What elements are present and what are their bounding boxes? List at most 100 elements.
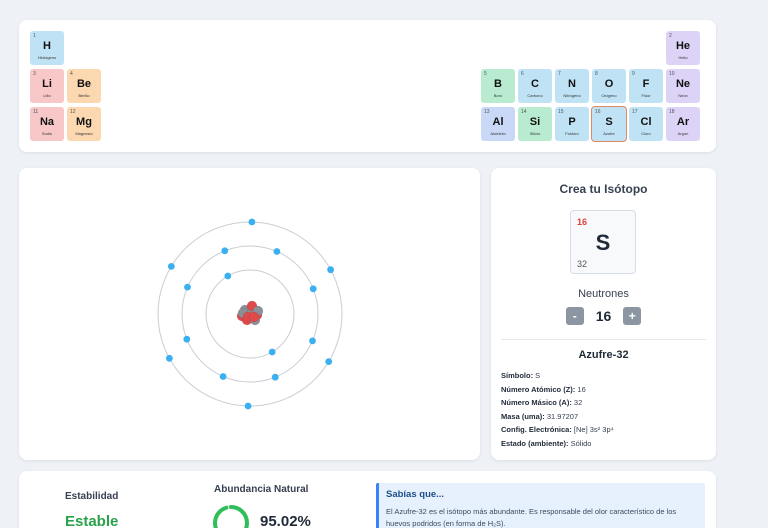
property-value: Sólido: [568, 438, 592, 448]
element-symbol: Li: [42, 78, 52, 90]
element-symbol: He: [675, 40, 691, 52]
element-symbol: C: [531, 78, 539, 90]
periodic-table-panel: 1 H Hidrógeno 2 He Helio 3 Li Litio 4 Be Berilio 5 B B…: [19, 20, 716, 152]
element-tile-mg[interactable]: 12 Mg Magnesio: [67, 107, 101, 141]
element-number: 9: [632, 71, 635, 77]
element-tile-na[interactable]: 11 Na Sodio: [30, 107, 64, 141]
element-symbol: P: [568, 116, 576, 128]
divider: [501, 339, 706, 340]
element-symbol: Mg: [76, 116, 92, 128]
decrease-neutrons-button[interactable]: -: [565, 307, 584, 325]
element-symbol: Na: [39, 116, 55, 128]
element-tile-h[interactable]: 1 H Hidrógeno: [30, 31, 64, 65]
element-symbol: F: [642, 78, 650, 90]
neutron-count: 16: [595, 308, 612, 324]
abundance-title: Abundancia Natural: [214, 484, 309, 495]
element-symbol: Ar: [676, 116, 690, 128]
element-tile-ne[interactable]: 10 Ne Neón: [666, 69, 700, 103]
mass-number: 32: [577, 259, 588, 269]
electron: [184, 283, 191, 291]
element-symbol: Ne: [675, 78, 691, 90]
element-number: 14: [521, 109, 527, 115]
element-number: 6: [521, 71, 524, 77]
element-tile-c[interactable]: 6 C Carbono: [518, 69, 552, 103]
did-you-know-box: Sabías que... El Azufre-32 es el isótopo…: [376, 483, 705, 528]
element-name: Sodio: [41, 131, 53, 136]
electron: [325, 358, 333, 365]
element-symbol: N: [568, 78, 576, 90]
electron: [167, 263, 175, 270]
element-tile-b[interactable]: 5 B Boro: [481, 69, 515, 103]
element-tile-li[interactable]: 3 Li Litio: [30, 69, 64, 103]
stability-value: Estable: [65, 513, 119, 528]
element-name: Fósforo: [565, 131, 579, 136]
isotope-builder-panel: Crea tu Isótopo 16 S 32 Neutrones - 16 +…: [491, 168, 716, 460]
property-row: Símbolo: S: [501, 369, 614, 383]
element-symbol: H: [43, 40, 51, 52]
property-label: Símbolo:: [501, 371, 534, 380]
element-tile-si[interactable]: 14 Si Silicio: [518, 107, 552, 141]
increase-neutrons-button[interactable]: +: [623, 307, 642, 325]
neutrons-label: Neutrones: [578, 288, 629, 300]
abundance-ring: [213, 505, 249, 528]
electron: [221, 247, 229, 255]
element-number: 15: [558, 109, 564, 115]
electron: [166, 354, 173, 362]
electron: [183, 335, 191, 343]
element-name: Cloro: [641, 131, 651, 136]
element-name: Litio: [43, 93, 51, 98]
element-tile-s[interactable]: 16 S Azufre: [591, 106, 627, 142]
element-name: Hidrógeno: [37, 55, 57, 60]
element-number: 1: [33, 33, 36, 39]
element-number: 3: [33, 71, 36, 77]
element-tile-n[interactable]: 7 N Nitrógeno: [555, 69, 589, 103]
isotope-builder-title: Crea tu Isótopo: [559, 182, 648, 196]
element-tile-f[interactable]: 9 F Flúor: [629, 69, 663, 103]
element-number: 4: [70, 71, 73, 77]
element-number: 17: [632, 109, 638, 115]
element-symbol: S: [605, 116, 613, 128]
property-value: 16: [575, 384, 586, 394]
electron: [273, 248, 281, 255]
element-tile-ar[interactable]: 18 Ar Argón: [666, 107, 700, 141]
element-number: 11: [33, 109, 39, 115]
element-tile-he[interactable]: 2 He Helio: [666, 31, 700, 65]
electron: [309, 285, 317, 293]
element-symbol: Be: [76, 78, 92, 90]
element-tile-al[interactable]: 13 Al Aluminio: [481, 107, 515, 141]
electron: [271, 373, 279, 381]
element-symbol: Al: [492, 116, 504, 128]
property-row: Número Atómico (Z): 16: [501, 383, 614, 397]
electron: [244, 402, 252, 410]
element-name: Helio: [678, 55, 688, 60]
element-name: Boro: [493, 93, 503, 98]
element-name: Nitrógeno: [563, 93, 581, 98]
element-name: Azufre: [603, 131, 615, 136]
electron: [309, 337, 316, 345]
element-name: Magnesio: [75, 131, 93, 136]
element-symbol: S: [595, 230, 611, 255]
element-number: 7: [558, 71, 561, 77]
atom-diagram: [157, 218, 343, 410]
element-symbol: O: [604, 78, 614, 90]
element-number: 8: [595, 71, 598, 77]
element-tile-be[interactable]: 4 Be Berilio: [67, 69, 101, 103]
element-tile-p[interactable]: 15 P Fósforo: [555, 107, 589, 141]
element-number: 16: [595, 109, 601, 115]
atomic-number: 16: [577, 217, 588, 227]
isotope-properties: Símbolo: S Número Atómico (Z): 16 Número M…: [501, 369, 614, 451]
element-tile-cl[interactable]: 17 Cl Cloro: [629, 107, 663, 141]
element-name: Berilio: [78, 93, 90, 98]
element-name: Aluminio: [490, 131, 506, 136]
element-name: Neón: [678, 93, 688, 98]
isotope-name: Azufre-32: [578, 349, 629, 361]
property-label: Número Atómico (Z):: [501, 384, 576, 394]
element-number: 12: [70, 109, 76, 115]
element-number: 10: [669, 71, 675, 77]
property-label: Masa (uma):: [501, 411, 545, 421]
element-tile-o[interactable]: 8 O Oxígeno: [592, 69, 626, 103]
proton: [248, 311, 260, 323]
fact-text: El Azufre-32 es el isótopo más abundante…: [386, 507, 677, 528]
nucleus: [236, 300, 264, 326]
property-value: [Ne] 3s² 3p⁴: [571, 425, 614, 435]
